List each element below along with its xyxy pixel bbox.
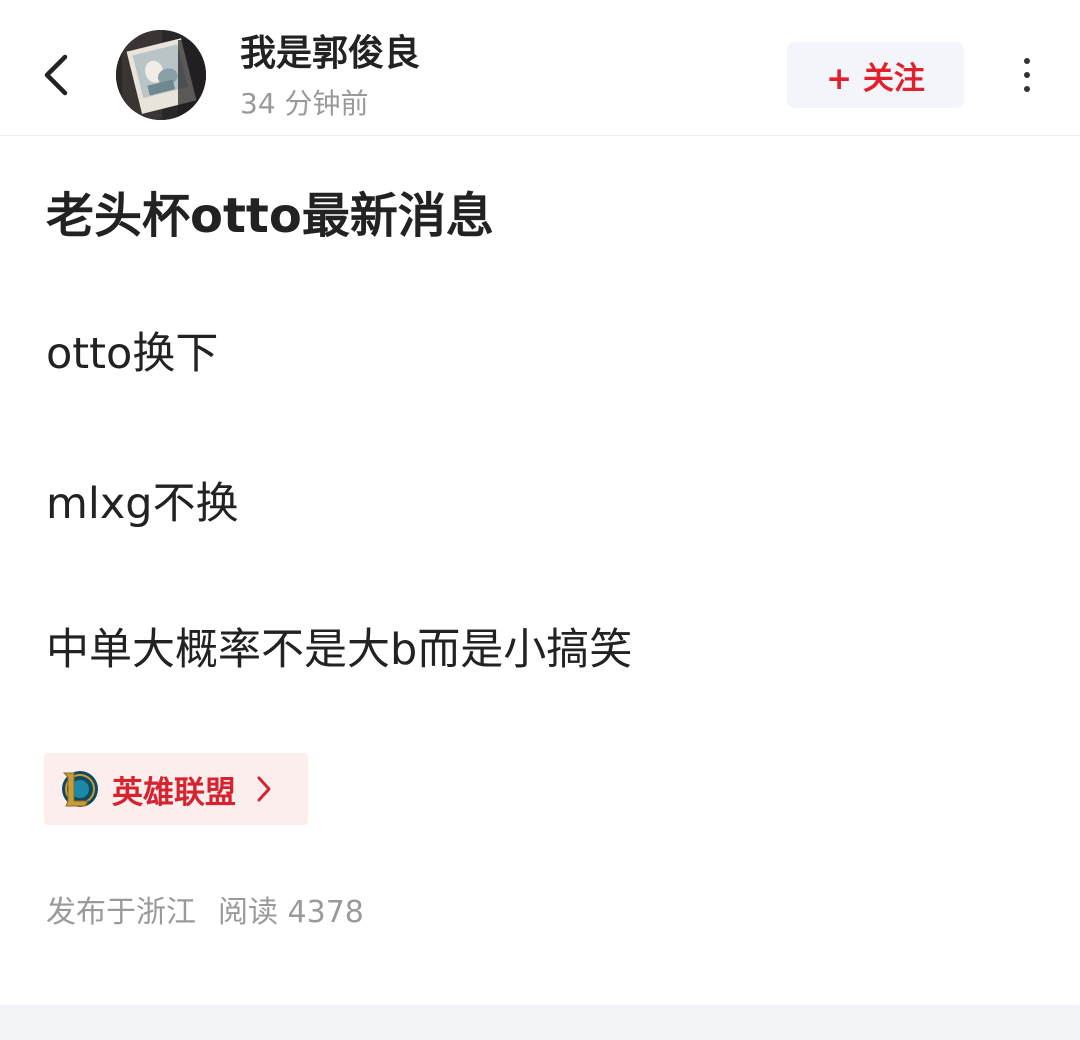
author-name[interactable]: 我是郭俊良	[240, 30, 420, 78]
post-header: 我是郭俊良 34 分钟前 + 关注	[0, 0, 1080, 136]
more-dot-icon	[1024, 58, 1030, 64]
league-of-legends-logo-icon	[62, 771, 98, 807]
post-paragraph: mlxg不换	[46, 479, 239, 529]
follow-button-label: + 关注	[826, 60, 925, 97]
read-count: 阅读 4378	[218, 895, 364, 930]
chevron-left-icon	[44, 54, 68, 96]
author-avatar[interactable]	[116, 30, 206, 120]
section-divider	[0, 1005, 1080, 1040]
post-title: 老头杯otto最新消息	[46, 188, 494, 244]
more-options-button[interactable]	[1004, 50, 1050, 100]
topic-label: 英雄联盟	[112, 774, 236, 811]
post-time: 34 分钟前	[240, 87, 369, 120]
back-button[interactable]	[28, 40, 84, 110]
follow-button[interactable]: + 关注	[787, 42, 964, 108]
post-location: 发布于浙江	[46, 895, 196, 930]
post-paragraph: otto换下	[46, 329, 219, 379]
more-dot-icon	[1024, 86, 1030, 92]
post-meta: 发布于浙江 阅读 4378	[46, 890, 364, 936]
chevron-right-icon	[256, 774, 274, 804]
post-paragraph: 中单大概率不是大b而是小搞笑	[46, 625, 633, 675]
topic-tag[interactable]: 英雄联盟	[44, 753, 308, 825]
more-dot-icon	[1024, 72, 1030, 78]
avatar-image	[116, 30, 206, 120]
